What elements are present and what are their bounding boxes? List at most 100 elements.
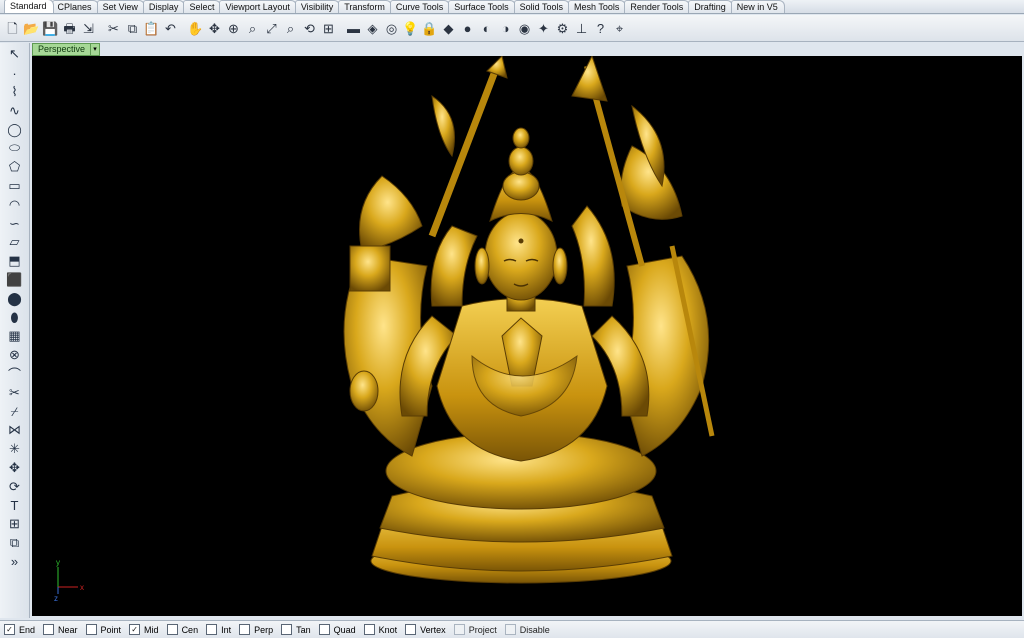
polygon-icon[interactable]: ⬠ [5, 158, 25, 177]
surface-icon[interactable]: ▱ [5, 233, 25, 252]
magic-wand-icon[interactable]: ✦ [535, 20, 552, 37]
osnap-checkbox[interactable] [453, 624, 465, 635]
polyline-icon[interactable]: ⌇ [5, 83, 25, 102]
osnap-checkbox[interactable] [206, 624, 218, 635]
osnap-checkbox[interactable]: ✓ [4, 624, 15, 635]
zoom-in-icon[interactable]: ⊕ [225, 20, 242, 37]
tab-cplanes[interactable]: CPlanes [51, 0, 99, 13]
osnap-disable[interactable]: Disable [504, 624, 550, 635]
osnap-tan[interactable]: Tan [281, 624, 311, 635]
boolean-icon[interactable]: ⊗ [5, 346, 25, 365]
tab-curve-tools[interactable]: Curve Tools [389, 0, 451, 13]
osnap-knot[interactable]: Knot [363, 624, 397, 635]
viewport-title-tab[interactable]: Perspective ▾ [32, 42, 101, 56]
freeform-curve-icon[interactable]: ∽ [5, 214, 25, 233]
box-solid-icon[interactable]: ⬛ [5, 271, 25, 290]
split-icon[interactable]: ⌿ [5, 402, 25, 421]
zoom-window-icon[interactable]: ⌕ [244, 20, 261, 37]
tab-solid-tools[interactable]: Solid Tools [513, 0, 570, 13]
extrude-icon[interactable]: ⬒ [5, 252, 25, 271]
viewport-grid-icon[interactable]: ⊞ [320, 20, 337, 37]
text-icon[interactable]: T [5, 496, 25, 515]
osnap-end[interactable]: ✓ End [4, 624, 35, 635]
osnap-cen[interactable]: Cen [166, 624, 198, 635]
osnap-mid[interactable]: ✓ Mid [129, 624, 159, 635]
tab-select[interactable]: Select [183, 0, 222, 13]
zoom-extents-icon[interactable]: ⤢ [263, 20, 280, 37]
ghosted-mode-icon[interactable]: ◑ [497, 20, 514, 37]
tab-mesh-tools[interactable]: Mesh Tools [567, 0, 627, 13]
smart-track-icon[interactable]: ⌖ [611, 20, 628, 37]
viewport-name[interactable]: Perspective [32, 42, 91, 56]
dimension-icon[interactable]: ⊥ [573, 20, 590, 37]
dropdown-arrow-icon[interactable]: ▾ [90, 42, 101, 56]
rotate-icon[interactable]: ⟳ [5, 477, 25, 496]
gear-options-icon[interactable]: ⚙ [554, 20, 571, 37]
tab-surface-tools[interactable]: Surface Tools [448, 0, 516, 13]
perspective-viewport[interactable]: y z x [32, 56, 1022, 616]
layer-icon[interactable]: ◈ [364, 20, 381, 37]
ellipse-icon[interactable]: ⬭ [5, 139, 25, 158]
osnap-checkbox[interactable] [405, 624, 417, 635]
osnap-point[interactable]: Point [85, 624, 121, 635]
osnap-checkbox[interactable] [85, 624, 97, 635]
color-swatch-icon[interactable]: ◆ [440, 20, 457, 37]
tab-drafting[interactable]: Drafting [688, 0, 733, 13]
circle-icon[interactable]: ◯ [5, 120, 25, 139]
paste-icon[interactable]: 📋 [143, 20, 160, 37]
tab-new-in-v5[interactable]: New in V5 [730, 0, 785, 13]
osnap-perp[interactable]: Perp [239, 624, 273, 635]
sphere-solid-icon[interactable]: ⬤ [5, 289, 25, 308]
osnap-vertex[interactable]: Vertex [405, 624, 446, 635]
osnap-checkbox[interactable] [43, 624, 55, 635]
osnap-checkbox[interactable] [504, 624, 516, 635]
osnap-checkbox[interactable]: ✓ [129, 624, 141, 635]
save-icon[interactable]: 💾 [42, 20, 59, 37]
open-folder-icon[interactable]: 📂 [23, 20, 40, 37]
osnap-checkbox[interactable] [166, 624, 178, 635]
properties-icon[interactable]: ▬ [345, 20, 362, 37]
tab-display[interactable]: Display [142, 0, 186, 13]
import-icon[interactable]: ⇲ [80, 20, 97, 37]
zoom-dynamic-icon[interactable]: ⟲ [301, 20, 318, 37]
array-icon[interactable]: ⊞ [5, 515, 25, 534]
osnap-near[interactable]: Near [43, 624, 78, 635]
cut-icon[interactable]: ✂ [105, 20, 122, 37]
tab-transform[interactable]: Transform [338, 0, 392, 13]
osnap-checkbox[interactable] [239, 624, 251, 635]
move-icon[interactable]: ✥ [5, 459, 25, 478]
copy-icon[interactable]: ⧉ [124, 20, 141, 37]
osnap-checkbox[interactable] [281, 624, 293, 635]
osnap-project[interactable]: Project [453, 624, 497, 635]
sphere-render-icon[interactable]: ◉ [516, 20, 533, 37]
group-icon[interactable]: ⧉ [5, 534, 25, 553]
osnap-quad[interactable]: Quad [318, 624, 356, 635]
rendered-mode-icon[interactable]: ◐ [478, 20, 495, 37]
osnap-int[interactable]: Int [206, 624, 231, 635]
pan-hand-icon[interactable]: ✋ [187, 20, 204, 37]
osnap-checkbox[interactable] [363, 624, 375, 635]
object-snap-icon[interactable]: ◎ [383, 20, 400, 37]
tab-standard[interactable]: Standard [4, 0, 54, 13]
arc-icon[interactable]: ◠ [5, 195, 25, 214]
select-arrow-icon[interactable]: ↖ [5, 45, 25, 64]
rotate-view-icon[interactable]: ✥ [206, 20, 223, 37]
tab-visibility[interactable]: Visibility [294, 0, 341, 13]
tab-set-view[interactable]: Set View [96, 0, 145, 13]
cylinder-solid-icon[interactable]: ⬮ [5, 308, 25, 327]
undo-icon[interactable]: ↶ [162, 20, 179, 37]
tab-render-tools[interactable]: Render Tools [624, 0, 691, 13]
more-icon[interactable]: » [5, 553, 25, 572]
curve-icon[interactable]: ∿ [5, 101, 25, 120]
trim-icon[interactable]: ✂ [5, 383, 25, 402]
deity-statue-model[interactable] [343, 56, 715, 584]
new-document-icon[interactable]: 🗋 [4, 20, 21, 37]
shade-mode-icon[interactable]: ● [459, 20, 476, 37]
point-icon[interactable]: · [5, 64, 25, 83]
join-icon[interactable]: ⋈ [5, 421, 25, 440]
fillet-icon[interactable]: ⌒ [5, 365, 25, 384]
osnap-checkbox[interactable] [318, 624, 330, 635]
help-icon[interactable]: ? [592, 20, 609, 37]
zoom-selected-icon[interactable]: ⌕ [282, 20, 299, 37]
mesh-icon[interactable]: ▦ [5, 327, 25, 346]
